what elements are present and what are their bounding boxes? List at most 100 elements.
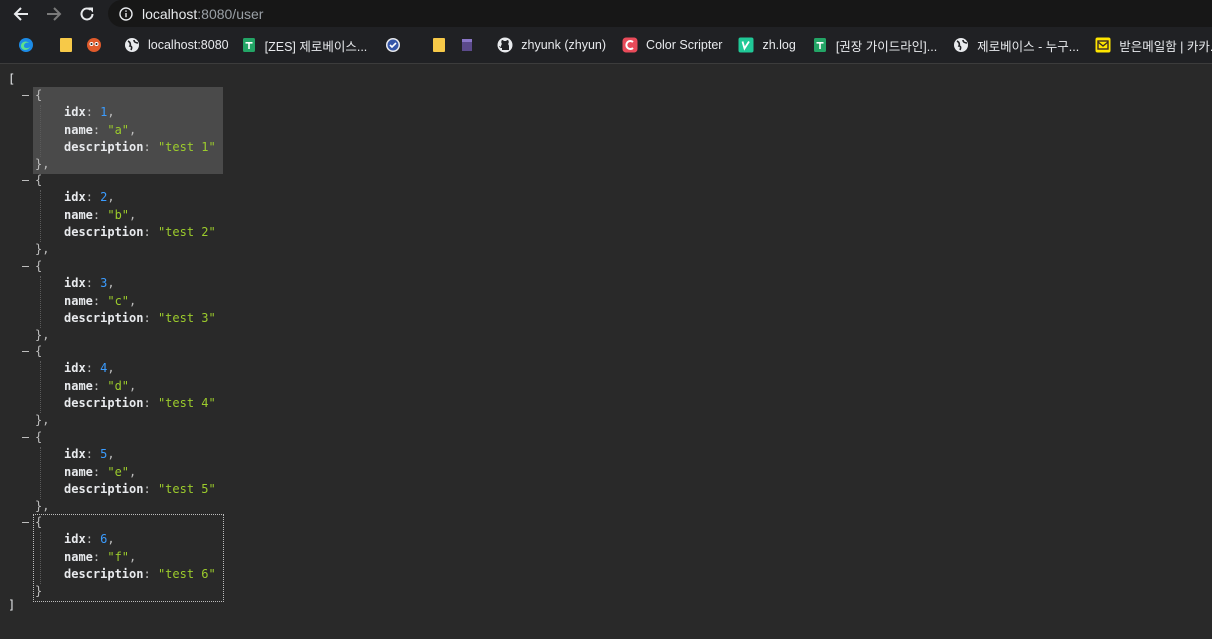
indent-guide [40, 276, 41, 328]
clapperboard-icon [459, 37, 475, 53]
key-idx: idx [64, 447, 86, 461]
json-viewer: [ { idx: 1, name: "a", description: "test 1… [0, 64, 1212, 639]
key-name: name [64, 293, 93, 308]
globe-icon [953, 37, 969, 53]
bookmark-edge[interactable] [12, 31, 40, 59]
value-description: "test 3" [157, 311, 216, 325]
value-description: "test 6" [157, 567, 216, 581]
back-button[interactable] [10, 3, 32, 25]
collapse-toggle[interactable] [22, 351, 29, 352]
reload-button[interactable] [76, 3, 98, 25]
key-description: description [64, 482, 144, 496]
browser-toolbar: localhost:8080/user [0, 0, 1212, 27]
field-idx: idx: 3, [64, 276, 115, 290]
bookmark-label: 제로베이스 - 누구... [977, 39, 1080, 54]
indent-guide [40, 190, 41, 242]
indent-guide [40, 361, 41, 413]
address-bar[interactable]: localhost:8080/user [108, 0, 1212, 27]
key-idx: idx [64, 190, 86, 204]
key-description: description [64, 225, 144, 239]
bookmark-localhost[interactable]: localhost:8080 [118, 31, 235, 59]
value-name: "f" [107, 549, 130, 564]
bookmark-velog[interactable]: zh.log [732, 31, 801, 59]
collapse-toggle[interactable] [22, 522, 29, 523]
collapse-toggle[interactable] [22, 180, 29, 181]
checkmark-icon [385, 37, 401, 53]
object-open-brace: { [35, 344, 43, 358]
key-description: description [64, 140, 144, 154]
indent-guide [40, 105, 41, 157]
url-host: localhost [142, 5, 198, 22]
value-name: "c" [107, 293, 130, 308]
value-description: "test 4" [157, 396, 216, 410]
collapse-toggle[interactable] [22, 437, 29, 438]
key-name: name [64, 464, 93, 479]
indent-guide [40, 447, 41, 499]
collapse-toggle[interactable] [22, 266, 29, 267]
url-path: :8080/user [197, 5, 264, 22]
object-close-brace: } [35, 584, 43, 598]
field-idx: idx: 4, [64, 361, 115, 375]
key-name: name [64, 378, 93, 393]
info-icon[interactable] [118, 6, 134, 22]
array-close-bracket: ] [8, 598, 16, 612]
key-name: name [64, 207, 93, 222]
object-open-brace: { [35, 173, 43, 187]
field-name: name: "f", [64, 549, 137, 564]
value-name: "d" [107, 378, 130, 393]
object-close-brace: }, [35, 499, 50, 513]
bookmark-label: 받은메일함 | 카카... [1119, 39, 1212, 54]
bookmark-color-scripter[interactable]: Color Scripter [616, 31, 728, 59]
field-description: description: "test 1" [64, 140, 216, 154]
arrow-right-icon [47, 7, 62, 21]
bookmark-folder-2[interactable] [425, 31, 453, 59]
field-name: name: "a", [64, 122, 137, 137]
forward-button[interactable] [43, 3, 65, 25]
object-open-brace: { [35, 515, 43, 529]
field-idx: idx: 6, [64, 532, 115, 546]
bookmark-guideline[interactable]: [권장 가이드라인]... [806, 31, 943, 59]
bookmark-check[interactable] [379, 31, 407, 59]
kakao-mail-icon [1095, 37, 1111, 53]
bookmark-label: zhyunk (zhyun) [521, 38, 607, 52]
key-idx: idx [64, 532, 86, 546]
globe-icon [124, 37, 140, 53]
value-name: "a" [107, 122, 130, 137]
bookmark-label: localhost:8080 [148, 38, 229, 52]
key-description: description [64, 567, 144, 581]
github-icon [497, 37, 513, 53]
bookmark-label: zh.log [762, 38, 796, 52]
bookmark-zerobase[interactable]: 제로베이스 - 누구... [947, 31, 1085, 59]
field-idx: idx: 5, [64, 447, 115, 461]
bookmark-clapper[interactable] [453, 31, 481, 59]
arrow-left-icon [13, 7, 28, 21]
reload-icon [80, 7, 94, 21]
indent-guide [40, 532, 41, 584]
field-idx: idx: 2, [64, 190, 115, 204]
bookmark-zes[interactable]: [ZES] 제로베이스... [235, 31, 374, 59]
key-idx: idx [64, 276, 86, 290]
edge-icon [18, 37, 34, 53]
key-idx: idx [64, 105, 86, 119]
array-open-bracket: [ [8, 72, 16, 86]
object-close-brace: }, [35, 157, 50, 171]
collapse-toggle[interactable] [22, 95, 29, 96]
object-open-brace: { [35, 259, 43, 273]
field-name: name: "b", [64, 207, 137, 222]
sheets-icon [812, 37, 828, 53]
bookmark-kakao-mail[interactable]: 받은메일함 | 카카... [1089, 31, 1212, 59]
key-idx: idx [64, 361, 86, 375]
object-close-brace: }, [35, 242, 50, 256]
value-name: "e" [107, 464, 130, 479]
bookmark-github[interactable]: zhyunk (zhyun) [491, 31, 612, 59]
bookmark-folder-1[interactable] [52, 31, 80, 59]
field-name: name: "d", [64, 378, 137, 393]
folder-icon [431, 37, 447, 53]
value-description: "test 1" [157, 140, 216, 154]
bookmark-owl[interactable] [80, 31, 108, 59]
key-name: name [64, 122, 93, 137]
field-description: description: "test 4" [64, 396, 216, 410]
field-idx: idx: 1, [64, 105, 115, 119]
owl-icon [86, 37, 102, 53]
key-name: name [64, 549, 93, 564]
